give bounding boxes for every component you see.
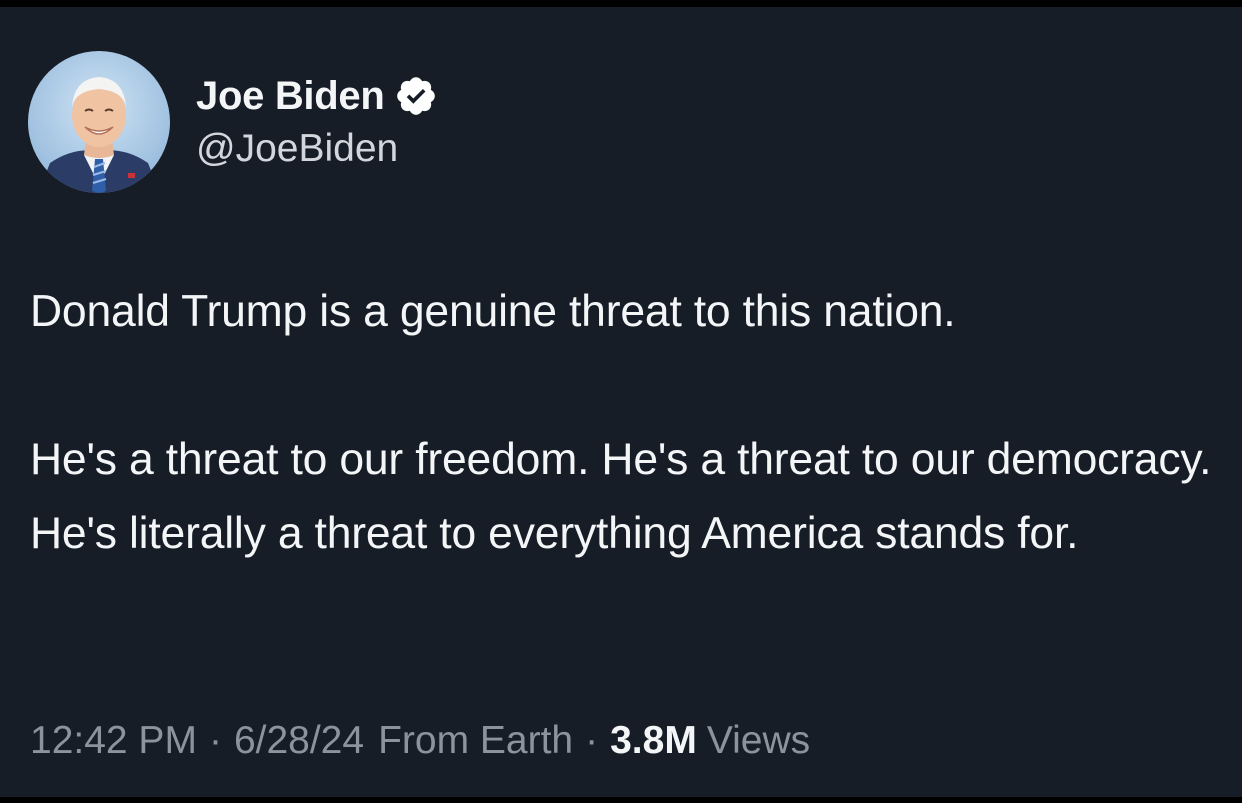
author-name-row[interactable]: Joe Biden xyxy=(196,71,438,121)
tweet-metadata: 12:42 PM · 6/28/24 From Earth · 3.8M Vie… xyxy=(30,719,810,763)
tweet-paragraph-2: He's a threat to our freedom. He's a thr… xyxy=(30,435,1212,558)
author-display-name[interactable]: Joe Biden xyxy=(196,74,385,119)
views-count[interactable]: 3.8M xyxy=(610,719,697,763)
author-handle[interactable]: @JoeBiden xyxy=(196,127,398,171)
avatar-image xyxy=(28,51,170,193)
screenshot-frame: Joe Biden @JoeBiden Donald Trump is a ge… xyxy=(0,0,1242,803)
tweet-paragraph-1: Donald Trump is a genuine threat to this… xyxy=(30,287,956,336)
meta-separator: · xyxy=(208,719,222,762)
tweet-time[interactable]: 12:42 PM xyxy=(30,719,197,763)
views-label[interactable]: Views xyxy=(707,719,810,763)
meta-separator: · xyxy=(585,719,599,762)
avatar[interactable] xyxy=(28,51,170,193)
tweet-card: Joe Biden @JoeBiden Donald Trump is a ge… xyxy=(0,7,1242,797)
tweet-source: From Earth xyxy=(378,719,574,762)
tweet-date[interactable]: 6/28/24 xyxy=(234,719,364,763)
verified-badge-icon xyxy=(394,74,438,118)
tweet-body: Donald Trump is a genuine threat to this… xyxy=(30,275,1220,571)
